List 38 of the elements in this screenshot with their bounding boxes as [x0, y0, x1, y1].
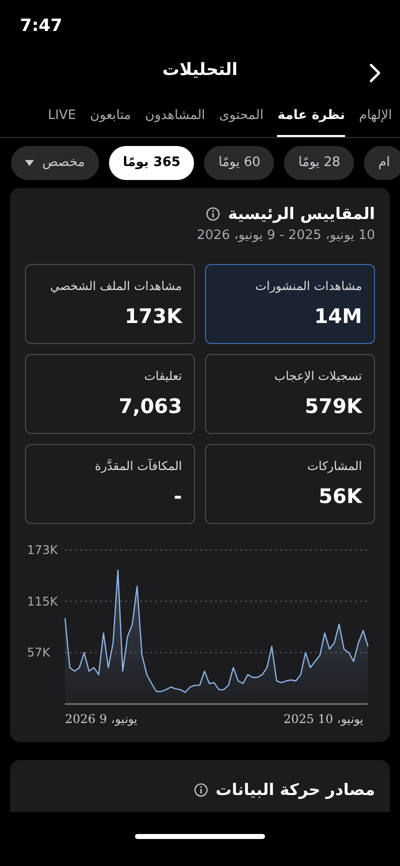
tab[interactable]: المحتوى [219, 96, 264, 137]
status-time: 7:47 [20, 15, 62, 38]
y-tick-label: 173K [27, 542, 58, 556]
home-indicator[interactable] [135, 834, 265, 838]
y-tick-label: 115K [27, 594, 58, 608]
metric-value: 579K [304, 392, 362, 420]
tab[interactable]: LIVE [48, 96, 76, 137]
range-chip[interactable]: 365 يومًا [108, 146, 194, 180]
metric-label: المشاركات [307, 458, 362, 474]
metric-value: 173K [124, 302, 182, 330]
section-title: المقاييس الرئيسية [228, 203, 375, 225]
range-chip[interactable]: 60 يومًا [204, 146, 274, 180]
date-range: 10 يونيو، 2025 - 9 يونيو، 2026 [196, 227, 375, 245]
y-tick-label: 57K [27, 645, 50, 660]
metric-value: 14M [314, 302, 362, 330]
tab[interactable]: المشاهدون [145, 96, 206, 137]
page-title: التحليلات [162, 59, 238, 82]
caret-icon [25, 160, 34, 166]
range-chip[interactable]: ام [364, 146, 400, 180]
metric-label: تعليقات [144, 368, 182, 384]
metric-tile[interactable]: المكافآت المقدَّرة - [25, 444, 195, 524]
info-icon[interactable] [206, 207, 220, 221]
range-chip[interactable]: 28 يومًا [284, 146, 354, 180]
metric-label: مشاهدات المنشورات [255, 278, 362, 294]
x-axis-label: يونيو، 9 2026 [65, 710, 137, 728]
metric-value: 56K [318, 482, 362, 510]
tab[interactable]: الإلهام [359, 96, 392, 137]
section-title: مصادر حركة البيانات [216, 778, 375, 801]
metric-value: - [174, 482, 182, 510]
tab[interactable]: نظرة عامة [277, 96, 345, 137]
info-icon[interactable] [194, 782, 208, 796]
metric-label: المكافآت المقدَّرة [94, 458, 182, 474]
metric-value: 7,063 [118, 392, 182, 420]
metric-label: تسجيلات الإعجاب [274, 368, 362, 384]
x-axis-label: يونيو، 10 2025 [284, 710, 363, 728]
dropdown-button[interactable]: مخصص [11, 146, 99, 180]
metric-label: مشاهدات الملف الشخصي [50, 278, 182, 294]
tab[interactable]: متابعون [90, 96, 132, 137]
